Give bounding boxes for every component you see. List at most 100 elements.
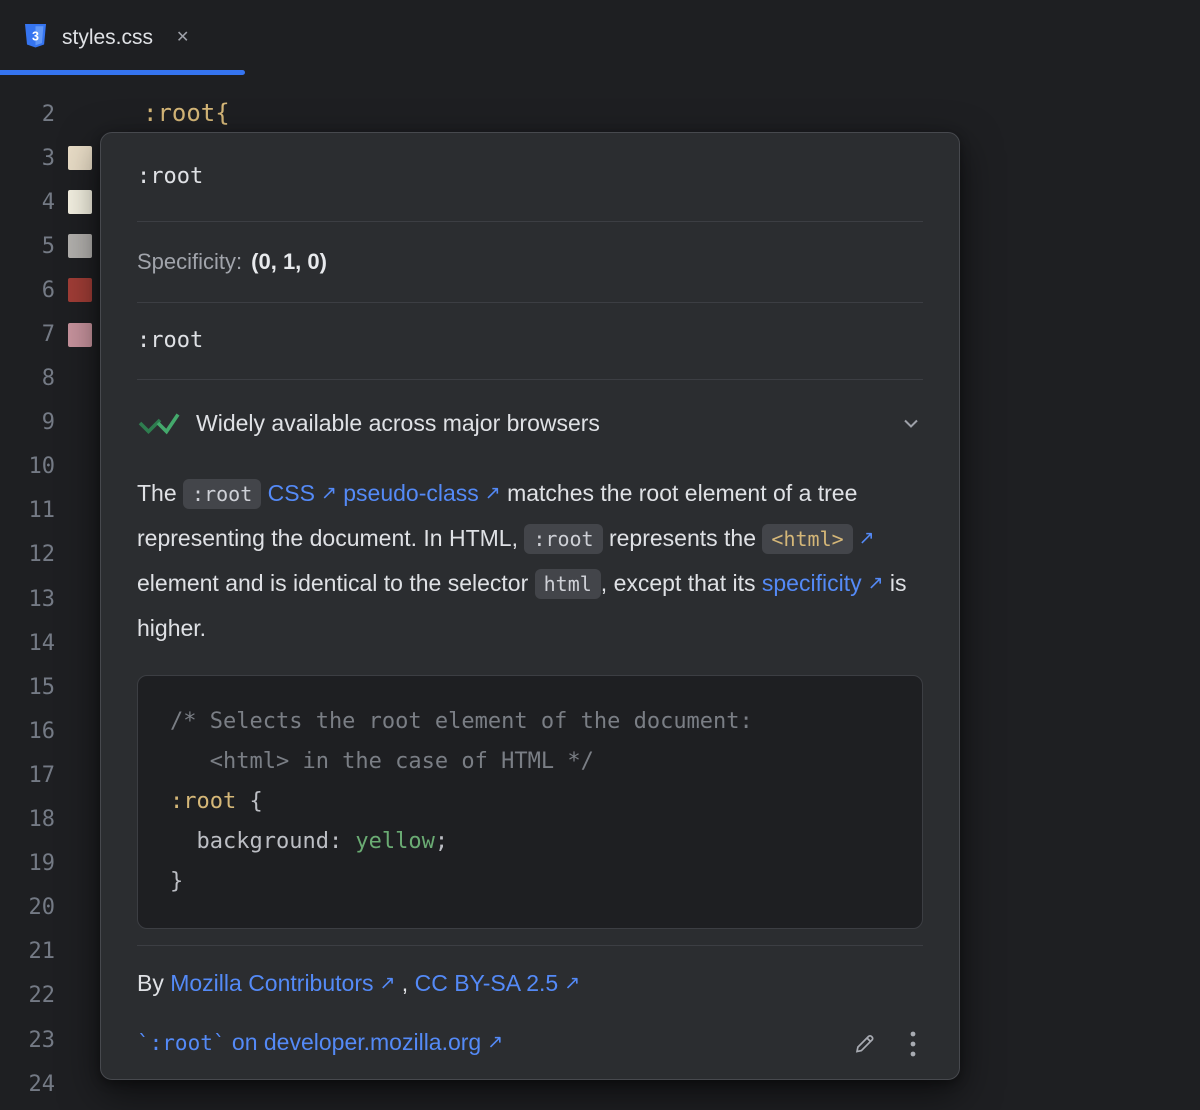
line-number: 5: [0, 234, 55, 259]
line-number: 7: [0, 322, 55, 347]
gutter-row: 11: [0, 489, 110, 533]
code-value: yellow: [342, 829, 435, 854]
specificity-label: Specificity:: [137, 249, 242, 274]
external-link-icon: ↗: [321, 483, 337, 504]
gutter-row: 15: [0, 665, 110, 709]
gutter-row: 16: [0, 709, 110, 753]
edit-icon[interactable]: [852, 1031, 877, 1056]
gutter-row: 19: [0, 842, 110, 886]
gutter-row: 24: [0, 1062, 110, 1106]
tab-styles-css[interactable]: 3 styles.css ✕: [0, 0, 245, 75]
code-semicolon: ;: [435, 829, 448, 854]
line-number: 9: [0, 410, 55, 435]
active-tab-indicator: [0, 70, 245, 75]
popup-header: :root: [101, 133, 959, 221]
code-brace: }: [170, 869, 183, 894]
baseline-text: Widely available across major browsers: [196, 410, 600, 437]
line-number: 16: [0, 719, 55, 744]
attribution-separator: ,: [395, 970, 414, 996]
line-number: 11: [0, 498, 55, 523]
source-code-part: `:root`: [137, 1031, 226, 1055]
css-file-icon: 3: [22, 22, 49, 54]
gutter-row: 23: [0, 1018, 110, 1062]
code-line[interactable]: :root{: [143, 97, 230, 130]
source-text-part: on developer.mozilla.org: [226, 1029, 482, 1055]
divider: [137, 945, 923, 946]
gutter-row: 20: [0, 886, 110, 930]
link-pseudo-class[interactable]: pseudo-class ↗: [343, 480, 500, 506]
code-property: background:: [170, 829, 342, 854]
specificity-value: (0, 1, 0): [251, 249, 327, 274]
baseline-status: Widely available across major browsers: [101, 380, 959, 438]
inline-code-html: html: [535, 569, 601, 599]
code-comment: /* Selects the root element of the docum…: [170, 709, 753, 734]
link-mdn-source[interactable]: `:root` on developer.mozilla.org↗: [137, 1027, 503, 1060]
color-swatch[interactable]: [68, 278, 92, 302]
inline-code-html-tag[interactable]: <html>: [762, 524, 852, 554]
line-number: 22: [0, 983, 55, 1008]
attribution-row: By Mozilla Contributors↗ , CC BY-SA 2.5↗: [101, 968, 959, 1001]
link-label: pseudo-class: [343, 480, 479, 506]
external-link-icon: ↗: [564, 973, 580, 994]
line-number: 6: [0, 278, 55, 303]
editor-tab-bar: 3 styles.css ✕: [0, 0, 1200, 75]
gutter-row: 14: [0, 621, 110, 665]
gutter-row: 7: [0, 312, 110, 356]
gutter-row: 18: [0, 798, 110, 842]
gutter-row: 9: [0, 401, 110, 445]
gutter-row: 12: [0, 533, 110, 577]
link-css[interactable]: CSS ↗: [268, 480, 337, 506]
desc-text: The: [137, 480, 183, 506]
ide-window: 3 styles.css ✕ 2345678910111213141516171…: [0, 0, 1200, 1110]
line-number: 12: [0, 542, 55, 567]
external-link-icon: ↗: [868, 573, 884, 594]
line-number: 20: [0, 895, 55, 920]
link-specificity[interactable]: specificity ↗: [762, 570, 884, 596]
line-number: 13: [0, 587, 55, 612]
baseline-widely-available-icon: [137, 410, 181, 436]
specificity-row: Specificity: (0, 1, 0): [101, 222, 959, 302]
link-html-element[interactable]: <html>↗: [762, 525, 874, 551]
link-license[interactable]: CC BY-SA 2.5↗: [415, 970, 581, 996]
color-swatch[interactable]: [68, 234, 92, 258]
color-swatch[interactable]: [68, 190, 92, 214]
color-swatch[interactable]: [68, 323, 92, 347]
gutter-row: 6: [0, 268, 110, 312]
gutter-row: 8: [0, 357, 110, 401]
gutter-row: 2: [0, 92, 110, 136]
close-tab-icon[interactable]: ✕: [176, 30, 189, 46]
external-link-icon: ↗: [379, 973, 395, 994]
desc-text: represents the: [603, 525, 763, 551]
code-selector: :root: [170, 789, 236, 814]
documentation-popup: :root Specificity: (0, 1, 0) :root Widely…: [100, 132, 960, 1080]
chevron-down-icon[interactable]: [899, 411, 923, 435]
kebab-menu-icon[interactable]: [909, 1030, 917, 1058]
line-number: 2: [0, 102, 55, 127]
gutter-row: 17: [0, 753, 110, 797]
by-label: By: [137, 970, 170, 996]
selector-row: :root: [101, 303, 959, 379]
code-comment: <html> in the case of HTML */: [170, 749, 594, 774]
example-code-block: /* Selects the root element of the docum…: [137, 675, 923, 929]
desc-text: element and is identical to the selector: [137, 570, 535, 596]
line-number: 21: [0, 939, 55, 964]
gutter-row: 10: [0, 445, 110, 489]
line-number: 8: [0, 366, 55, 391]
source-row: `:root` on developer.mozilla.org↗: [101, 1027, 959, 1060]
link-label: CC BY-SA 2.5: [415, 970, 559, 996]
link-label: CSS: [268, 480, 315, 506]
editor-gutter: 23456789101112131415161718192021222324: [0, 92, 110, 1106]
inline-code-root: :root: [183, 479, 261, 509]
link-label: specificity: [762, 570, 862, 596]
link-mozilla-contributors[interactable]: Mozilla Contributors↗: [170, 970, 395, 996]
line-number: 18: [0, 807, 55, 832]
color-swatch[interactable]: [68, 146, 92, 170]
gutter-row: 3: [0, 136, 110, 180]
line-number: 14: [0, 631, 55, 656]
external-link-icon: ↗: [487, 1032, 503, 1053]
gutter-row: 13: [0, 577, 110, 621]
external-link-icon: ↗: [485, 483, 501, 504]
line-number: 24: [0, 1072, 55, 1097]
line-number: 3: [0, 146, 55, 171]
line-number: 10: [0, 454, 55, 479]
